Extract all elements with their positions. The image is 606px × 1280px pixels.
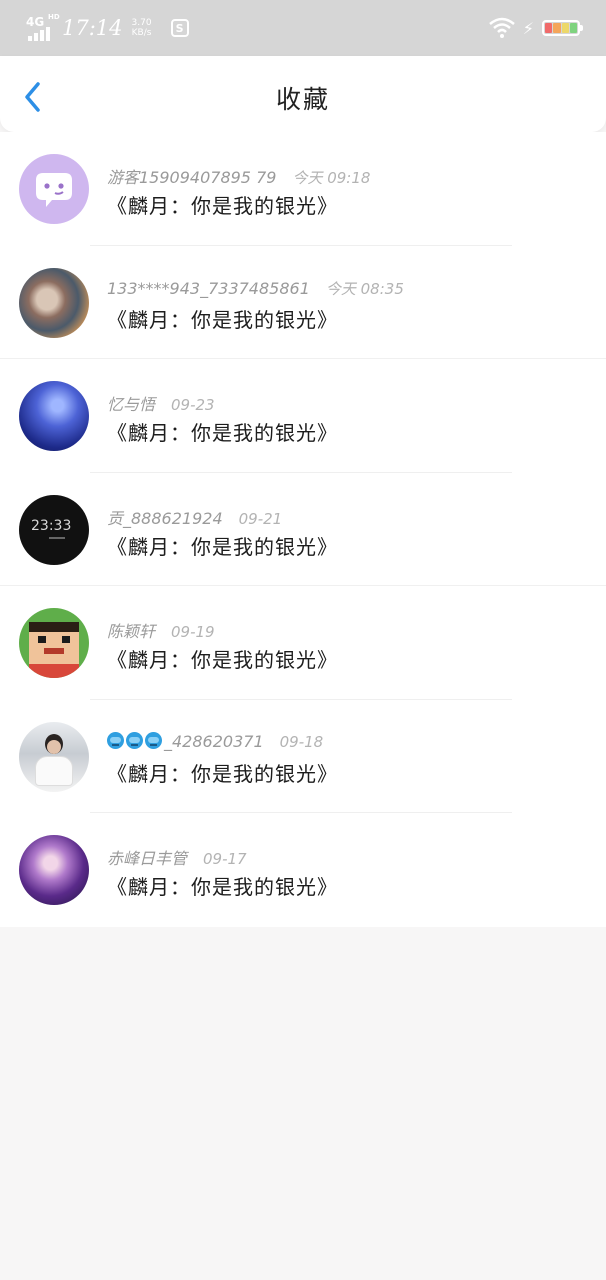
item-meta: 133****943_7337485861 今天 08:35 xyxy=(107,278,404,299)
avatar[interactable] xyxy=(19,721,89,792)
favorite-title: 《麟月：你是我的银光》 xyxy=(107,534,338,559)
timestamp: 今天 08:35 xyxy=(325,279,404,298)
favorite-title: 《麟月：你是我的银光》 xyxy=(107,307,338,332)
battery-icon xyxy=(542,20,583,36)
list-item[interactable]: 赤峰日丰管 09-17 《麟月：你是我的银光》 xyxy=(0,813,606,927)
timestamp: 09-17 xyxy=(203,850,247,868)
signal-bars xyxy=(28,27,50,41)
favorite-title: 《麟月：你是我的银光》 xyxy=(107,761,338,786)
avatar[interactable] xyxy=(19,608,89,678)
list-item[interactable]: 陈颖轩 09-19 《麟月：你是我的银光》 xyxy=(0,586,606,700)
wifi-icon xyxy=(488,17,515,38)
favorite-title: 《麟月：你是我的银光》 xyxy=(107,421,338,445)
item-meta: 赤峰日丰管 09-17 xyxy=(107,845,247,869)
list-item[interactable]: 133****943_7337485861 今天 08:35 《麟月：你是我的银… xyxy=(0,246,606,359)
user-name: 游客15909407895 79 xyxy=(107,168,277,187)
timestamp: 09-21 xyxy=(238,509,283,528)
status-right: ⚡ xyxy=(488,17,583,39)
user-name: 133****943_7337485861 xyxy=(107,278,310,298)
sweat-face-icon xyxy=(107,731,124,749)
charging-icon: ⚡ xyxy=(522,18,534,38)
app-notification-icon: S xyxy=(170,19,189,37)
list-item[interactable]: 游客15909407895 79 今天 09:18 《麟月：你是我的银光》 xyxy=(0,132,606,246)
avatar[interactable] xyxy=(19,267,89,338)
avatar[interactable] xyxy=(19,381,89,451)
page-header: 收藏 xyxy=(0,56,606,132)
list-item[interactable]: _428620371 09-18 《麟月：你是我的银光》 xyxy=(0,700,606,813)
avatar[interactable] xyxy=(19,835,89,905)
favorite-title: 《麟月：你是我的银光》 xyxy=(107,875,338,899)
item-meta: _428620371 09-18 xyxy=(107,731,324,751)
favorites-list: 游客15909407895 79 今天 09:18 《麟月：你是我的银光》 13… xyxy=(0,132,606,927)
item-meta: 忆与悟 09-23 xyxy=(107,391,215,415)
net-speed-unit: KB/s xyxy=(131,28,152,38)
app-notification-letter: S xyxy=(175,21,184,35)
network-sup: HD xyxy=(48,13,60,21)
net-speed-value: 3.70 xyxy=(131,18,152,28)
guest-chat-icon xyxy=(36,173,72,207)
user-name-text: _428620371 xyxy=(164,731,264,751)
avatar-clock-text: 23:33 xyxy=(31,517,72,534)
timestamp: 09-23 xyxy=(171,396,215,414)
user-name: _428620371 xyxy=(107,731,264,751)
avatar[interactable]: 23:33 xyxy=(19,494,89,565)
list-item[interactable]: 忆与悟 09-23 《麟月：你是我的银光》 xyxy=(0,359,606,473)
favorite-title: 《麟月：你是我的银光》 xyxy=(107,648,338,672)
timestamp: 今天 09:18 xyxy=(292,169,371,187)
item-meta: 贡_888621924 09-21 xyxy=(107,505,282,529)
item-meta: 游客15909407895 79 今天 09:18 xyxy=(107,164,370,188)
page-title: 收藏 xyxy=(275,85,330,114)
list-item[interactable]: 23:33 贡_888621924 09-21 《麟月：你是我的银光》 xyxy=(0,473,606,586)
user-name: 陈颖轩 xyxy=(107,622,156,641)
clock: 17:14 xyxy=(62,16,123,40)
net-speed: 3.70 KB/s xyxy=(129,18,155,38)
user-name: 赤峰日丰管 xyxy=(107,849,188,868)
user-name: 忆与悟 xyxy=(107,395,156,414)
status-bar: 4G HD 17:14 3.70 KB/s S ⚡ xyxy=(0,0,606,56)
signal-icon: 4G HD xyxy=(26,13,60,41)
item-meta: 陈颖轩 09-19 xyxy=(107,618,215,642)
status-left: 4G HD 17:14 3.70 KB/s S xyxy=(26,13,189,41)
timestamp: 09-19 xyxy=(171,623,215,641)
favorite-title: 《麟月：你是我的银光》 xyxy=(107,194,338,218)
user-name: 贡_888621924 xyxy=(107,508,223,528)
sweat-face-icon xyxy=(145,731,162,749)
timestamp: 09-18 xyxy=(279,732,324,751)
sweat-face-icon xyxy=(126,731,143,749)
avatar[interactable] xyxy=(19,154,89,224)
